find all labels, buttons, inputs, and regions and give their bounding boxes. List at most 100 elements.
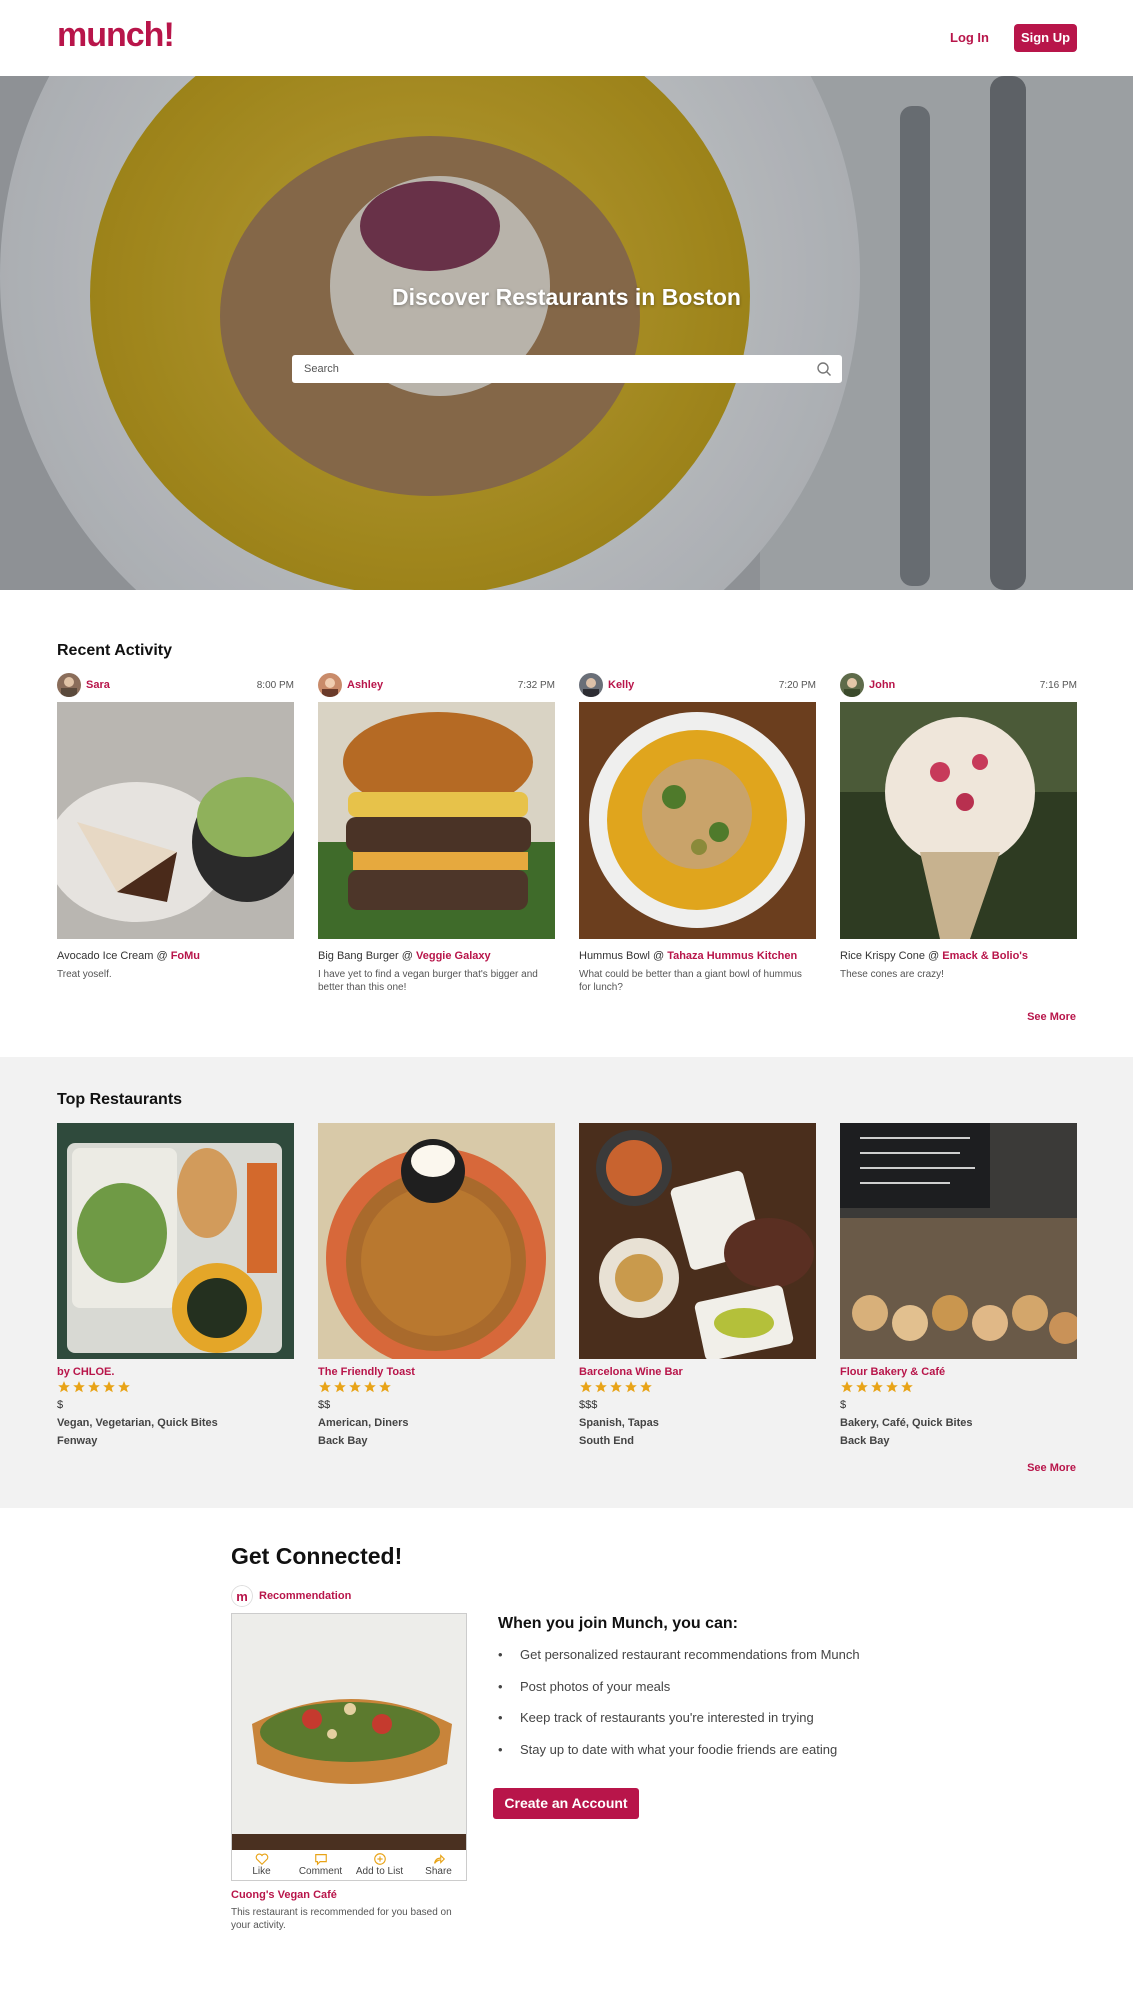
share-label: Share <box>425 1866 452 1877</box>
activity-user[interactable]: John <box>869 679 895 691</box>
restaurant-photo[interactable] <box>579 1123 816 1359</box>
restaurant-categories: Spanish, Tapas <box>579 1417 659 1429</box>
activity-restaurant-link[interactable]: FoMu <box>171 950 200 962</box>
recommendation-label: Recommendation <box>259 1590 352 1602</box>
activity-caption: Big Bang Burger @ Veggie Galaxy <box>318 950 555 962</box>
restaurant-categories: Vegan, Vegetarian, Quick Bites <box>57 1417 218 1429</box>
activity-dish: Avocado Ice Cream @ <box>57 950 171 962</box>
activity-description: What could be better than a giant bowl o… <box>579 969 802 993</box>
benefit-item: • Keep track of restaurants you're intere… <box>498 1710 814 1725</box>
like-button[interactable]: Like <box>232 1850 291 1880</box>
bullet: • <box>498 1647 503 1662</box>
star-icon <box>319 1381 331 1393</box>
activity-header: Ashley 7:32 PM <box>318 673 555 697</box>
activity-restaurant-link[interactable]: Tahaza Hummus Kitchen <box>667 950 797 962</box>
activity-caption: Avocado Ice Cream @ FoMu <box>57 950 294 962</box>
activity-user[interactable]: Kelly <box>608 679 634 691</box>
restaurant-neighborhood: Back Bay <box>318 1435 368 1447</box>
search-bar <box>292 355 842 383</box>
recommendation-card[interactable]: Like Comment Add to List Share <box>231 1613 467 1881</box>
restaurant-photo[interactable] <box>840 1123 1077 1359</box>
activity-time: 7:20 PM <box>778 680 816 691</box>
svg-text:m: m <box>236 1589 248 1604</box>
comment-label: Comment <box>298 1866 343 1877</box>
restaurant-neighborhood: Fenway <box>57 1435 98 1447</box>
bullet: • <box>498 1742 503 1757</box>
avatar[interactable] <box>57 673 81 697</box>
activity-dish: Rice Krispy Cone @ <box>840 950 943 962</box>
activity-restaurant-link[interactable]: Emack & Bolio's <box>942 950 1028 962</box>
restaurant-name[interactable]: Barcelona Wine Bar <box>579 1366 683 1378</box>
search-icon[interactable] <box>816 361 832 377</box>
share-icon <box>433 1854 445 1864</box>
hero-title: Discover Restaurants in Boston <box>392 284 741 310</box>
search-input[interactable] <box>292 355 812 383</box>
star-icon <box>856 1381 868 1393</box>
bullet: • <box>498 1710 503 1725</box>
add-to-list-button[interactable]: Add to List <box>350 1850 409 1880</box>
star-icon <box>901 1381 913 1393</box>
activity-caption: Rice Krispy Cone @ Emack & Bolio's <box>840 950 1077 962</box>
restaurant-name[interactable]: by CHLOE. <box>57 1366 114 1378</box>
restaurant-name[interactable]: Flour Bakery & Café <box>840 1366 945 1378</box>
restaurant-categories: Bakery, Café, Quick Bites <box>840 1417 973 1429</box>
activity-card[interactable]: Ashley 7:32 PM Big Bang Burger @ Veggie … <box>318 673 555 993</box>
get-connected-title: Get Connected! <box>231 1543 403 1569</box>
recommended-restaurant-name[interactable]: Cuong's Vegan Café <box>231 1889 337 1901</box>
activity-dish: Hummus Bowl @ <box>579 950 668 962</box>
munch-logo[interactable]: munch! <box>57 16 175 55</box>
comment-button[interactable]: Comment <box>291 1850 350 1880</box>
star-rating <box>840 1380 920 1394</box>
activity-header: Kelly 7:20 PM <box>579 673 816 697</box>
comment-icon <box>314 1854 327 1866</box>
star-icon <box>349 1381 361 1393</box>
benefit-item: • Get personalized restaurant recommendat… <box>498 1647 860 1662</box>
recommendation-description: This restaurant is recommended for you b… <box>231 1907 452 1931</box>
activity-photo[interactable] <box>579 702 816 939</box>
restaurant-photo[interactable] <box>57 1123 294 1359</box>
activity-header: Sara 8:00 PM <box>57 673 294 697</box>
star-icon <box>595 1381 607 1393</box>
restaurant-neighborhood: Back Bay <box>840 1435 890 1447</box>
activity-photo[interactable] <box>57 702 294 939</box>
avatar[interactable] <box>840 673 864 697</box>
star-icon <box>640 1381 652 1393</box>
star-icon <box>841 1381 853 1393</box>
activity-photo[interactable] <box>318 702 555 939</box>
avatar[interactable] <box>318 673 342 697</box>
top-see-more-link[interactable]: See More <box>1000 1462 1076 1474</box>
restaurant-name[interactable]: The Friendly Toast <box>318 1366 415 1378</box>
top-restaurants-title: Top Restaurants <box>57 1091 183 1108</box>
add-to-list-label: Add to List <box>355 1866 404 1877</box>
activity-time: 8:00 PM <box>256 680 294 691</box>
login-link[interactable]: Log In <box>950 30 989 45</box>
site-header: munch! Log In Sign Up <box>0 0 1133 76</box>
like-label: Like <box>252 1866 271 1877</box>
activity-description: These cones are crazy! <box>840 969 944 980</box>
activity-description: I have yet to find a vegan burger that's… <box>318 969 538 993</box>
benefit-text: Keep track of restaurants you're interes… <box>520 1710 814 1725</box>
restaurant-price: $$$ <box>579 1399 598 1411</box>
star-icon <box>871 1381 883 1393</box>
activity-photo[interactable] <box>840 702 1077 939</box>
star-icon <box>103 1381 115 1393</box>
activity-user[interactable]: Ashley <box>347 679 383 691</box>
create-account-button[interactable]: Create an Account <box>493 1788 639 1819</box>
recent-see-more-link[interactable]: See More <box>1000 1011 1076 1023</box>
star-icon <box>118 1381 130 1393</box>
avatar[interactable] <box>579 673 603 697</box>
activity-user[interactable]: Sara <box>86 679 110 691</box>
activity-restaurant-link[interactable]: Veggie Galaxy <box>416 950 491 962</box>
heart-icon <box>255 1853 268 1866</box>
recommendation-photo[interactable] <box>232 1614 466 1850</box>
share-button[interactable]: Share <box>409 1850 466 1880</box>
activity-card[interactable]: Kelly 7:20 PM Hummus Bowl @ Tahaza Hummu… <box>579 673 816 993</box>
activity-card[interactable]: John 7:16 PM Rice Krispy Cone @ Emack & … <box>840 673 1077 980</box>
restaurant-neighborhood: South End <box>579 1435 634 1447</box>
hero-banner: Discover Restaurants in Boston <box>0 76 1133 590</box>
restaurant-photo[interactable] <box>318 1123 555 1359</box>
restaurant-price: $ <box>840 1399 847 1411</box>
munch-m-icon: m <box>231 1585 253 1607</box>
signup-button[interactable]: Sign Up <box>1014 24 1077 52</box>
activity-card[interactable]: Sara 8:00 PM Avocado Ice Cream @ FoMu Tr… <box>57 673 294 980</box>
